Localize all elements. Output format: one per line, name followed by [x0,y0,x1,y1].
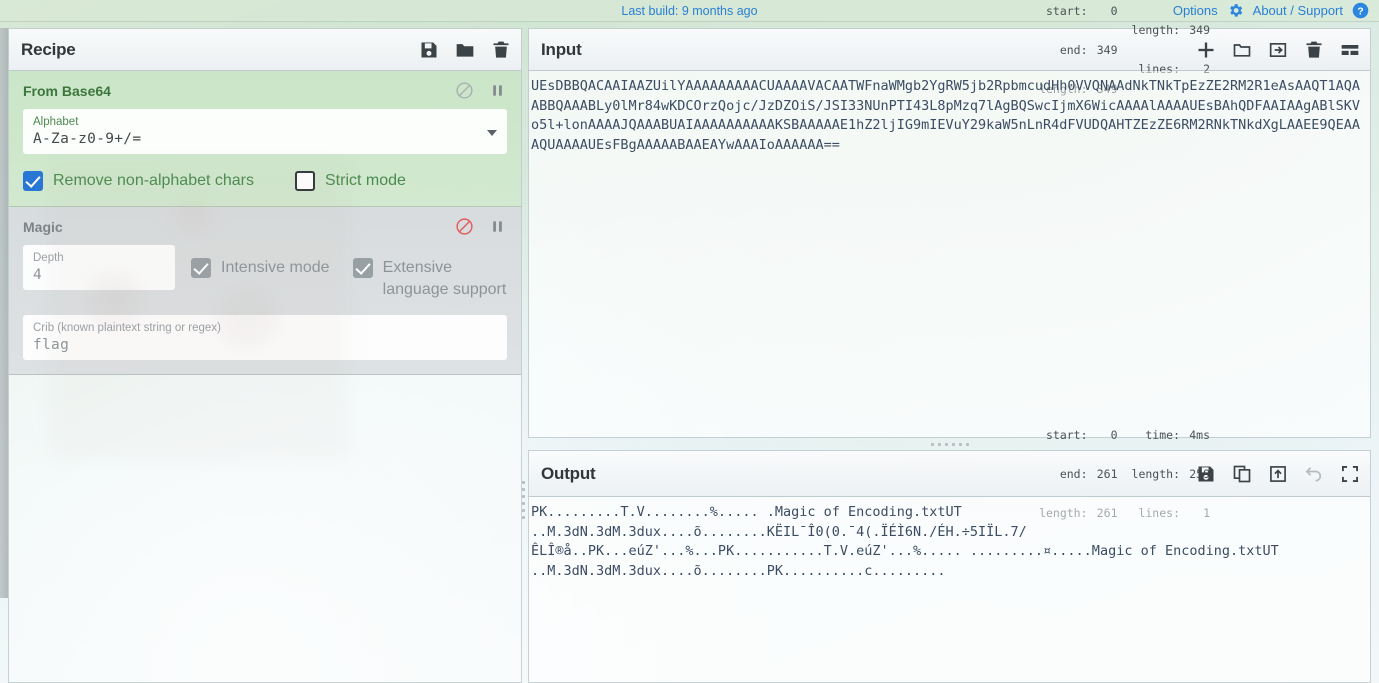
open-file-icon[interactable] [1268,40,1288,60]
add-tab-icon[interactable] [1196,40,1216,60]
output-title: Output [541,463,596,483]
tabs-icon[interactable] [1340,40,1360,60]
input-end-label: end: [1059,42,1088,57]
depth-label: Depth [33,252,64,264]
output-title-bar: Output start:0 end:261 length:261 time:4… [529,428,1370,519]
undo-icon[interactable] [1304,464,1324,484]
folder-icon[interactable] [455,40,475,60]
output-start-value: 0 [1110,427,1118,442]
crib-value: flag [33,337,70,353]
alphabet-field[interactable]: Alphabet A-Za-z0-9+/= [23,109,507,154]
output-panel: Output start:0 end:261 length:261 time:4… [528,428,1371,683]
output-textarea[interactable]: PK.........T.V........%..... .Magic of E… [529,497,1370,682]
recipe-title-icons [419,40,511,60]
input-title: Input [541,39,582,59]
recipe-panel: Recipe From Base64 Alphabet A-Za-z0-9+/=… [8,28,522,683]
input-length2-label: length: [1131,23,1180,37]
bake-to-input-icon[interactable] [1268,464,1288,484]
input-output-splitter[interactable] [920,440,980,448]
operation-icons [455,217,507,236]
extensive-language-support-checkbox[interactable]: Extensive language support [352,257,507,301]
alphabet-value: A-Za-z0-9+/= [33,131,142,147]
input-text-content: UEsDBBQACAAIAAZUilYAAAAAAAAACUAAAAVACAAT… [531,78,1361,153]
strict-mode-label: Strict mode [325,172,406,189]
clear-icon[interactable] [1304,40,1324,60]
input-start-label: start: [1045,3,1088,18]
chevron-down-icon[interactable] [487,129,497,136]
input-stats: start: 0 end: 349 length: 349 length: 349 li… [1039,4,1210,95]
crib-field[interactable]: Crib (known plaintext string or regex) f… [23,315,507,360]
pause-icon[interactable] [488,81,507,100]
input-start-value: 0 [1110,3,1118,18]
open-folder-icon[interactable] [1232,40,1252,60]
output-start-label: start: [1045,427,1088,442]
input-length2-value: 349 [1189,23,1210,37]
intensive-mode-label: Intensive mode [221,259,330,276]
output-stats: start:0 end:261 length:261 time:4ms leng… [1039,428,1210,519]
strict-mode-checkbox[interactable]: Strict mode [295,170,406,192]
trash-icon[interactable] [491,40,511,60]
base64-checkbox-row: Remove non-alphabet chars Strict mode [23,170,507,192]
recipe-io-splitter[interactable] [519,470,527,530]
question-circle-icon[interactable]: ? [1352,2,1369,19]
alphabet-row: Alphabet A-Za-z0-9+/= [23,109,507,154]
operation-name: From Base64 [23,83,111,99]
intensive-mode-checkbox[interactable]: Intensive mode [191,257,337,279]
recipe-operation-magic[interactable]: Magic Depth 4 Intensive mode Extensive l… [9,207,521,375]
recipe-operation-list[interactable]: From Base64 Alphabet A-Za-z0-9+/= Remove… [9,71,521,682]
checkbox-checked-icon [23,171,43,191]
remove-non-alphabet-checkbox[interactable]: Remove non-alphabet chars [23,170,295,192]
input-textarea[interactable]: UEsDBBQACAAIAAZUilYAAAAAAAAACUAAAAVACAAT… [529,71,1370,437]
magic-args-row: Depth 4 Intensive mode Extensive languag… [23,245,507,301]
output-time-label: time: [1145,427,1180,442]
page-title: Recipe [21,39,76,59]
checkbox-checked-icon [191,258,211,278]
save-icon[interactable] [1196,464,1216,484]
input-title-icons [1196,40,1360,60]
save-icon[interactable] [419,40,439,60]
output-title-icons [1196,464,1360,484]
checkbox-checked-icon [352,258,373,278]
output-time-value: 4ms [1189,427,1210,442]
recipe-operation-from-base64[interactable]: From Base64 Alphabet A-Za-z0-9+/= Remove… [9,71,521,207]
alphabet-label: Alphabet [33,116,79,128]
input-title-bar: Input start: 0 end: 349 length: 349 length:… [529,4,1370,95]
copy-icon[interactable] [1232,464,1252,484]
input-end-value: 349 [1096,42,1118,57]
pause-icon[interactable] [488,217,507,236]
left-scrollbar[interactable] [0,28,8,598]
output-end-label: end: [1059,466,1088,481]
gear-icon[interactable] [1227,2,1244,19]
depth-value: 4 [33,267,43,283]
ban-icon[interactable] [455,81,474,100]
cyberchef-app: Last build: 9 months ago Options About /… [0,0,1379,683]
recipe-title-bar: Recipe [9,29,521,71]
about-support-link[interactable]: About / Support [1253,3,1343,18]
crib-label: Crib (known plaintext string or regex) [33,322,221,334]
input-panel: Input start: 0 end: 349 length: 349 length:… [528,4,1371,438]
depth-field[interactable]: Depth 4 [23,245,175,290]
checkbox-unchecked-icon [295,171,315,191]
ban-icon[interactable] [455,217,474,236]
remove-non-alphabet-label: Remove non-alphabet chars [53,172,255,189]
maximise-icon[interactable] [1340,464,1360,484]
output-text-content: PK.........T.V........%..... .Magic of E… [531,504,1279,579]
output-length2-label: length: [1131,466,1180,481]
operation-name: Magic [23,219,63,235]
operation-icons [455,81,507,100]
extensive-language-support-label: Extensive language support [382,259,507,298]
output-end-value: 261 [1096,466,1118,481]
svg-text:?: ? [1357,6,1363,17]
